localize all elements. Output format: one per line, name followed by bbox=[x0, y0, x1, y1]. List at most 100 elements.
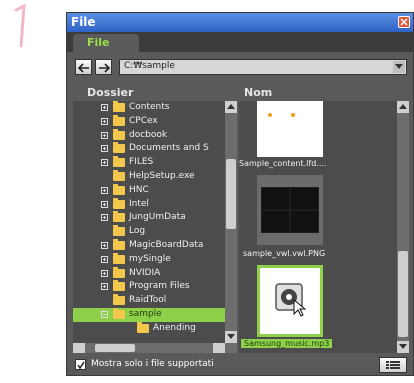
tree-item-label: Anending bbox=[153, 322, 196, 333]
title-bar: File bbox=[67, 13, 413, 32]
tree-item[interactable]: sample bbox=[73, 308, 225, 322]
content-thumbnail-icon bbox=[268, 113, 295, 117]
tree-item[interactable]: RaidTool bbox=[73, 294, 225, 308]
list-view-icon bbox=[386, 361, 400, 369]
tree-item-label: HNC bbox=[129, 184, 149, 195]
folder-icon bbox=[113, 239, 125, 250]
tree-item-label: HelpSetup.exe bbox=[129, 171, 195, 181]
folder-icon bbox=[113, 114, 125, 126]
tree-item-label: MagicBoardData bbox=[129, 240, 204, 250]
file-dialog: File File C:₩sample Dossier Nom Contents… bbox=[66, 12, 414, 376]
scroll-left-button[interactable] bbox=[73, 343, 85, 353]
file-caption-selected[interactable]: Samsung_music.mp3 bbox=[241, 339, 333, 348]
tree-item[interactable]: Documents and S bbox=[73, 142, 225, 156]
tree-item[interactable]: FILES bbox=[73, 156, 225, 170]
expand-icon[interactable] bbox=[101, 186, 108, 194]
scroll-down-button[interactable] bbox=[397, 341, 409, 353]
tree-item-label: Contents bbox=[129, 102, 170, 112]
folder-icon bbox=[113, 266, 125, 278]
scroll-thumb[interactable] bbox=[226, 159, 236, 229]
expand-icon[interactable] bbox=[101, 255, 108, 263]
file-thumb-image[interactable] bbox=[257, 175, 323, 245]
image-thumbnail-icon bbox=[261, 187, 319, 233]
view-mode-button[interactable] bbox=[379, 357, 407, 373]
folder-tree: Contents CPCex docbook Documents and S FILES… bbox=[73, 101, 237, 343]
expand-icon[interactable] bbox=[101, 104, 108, 111]
folder-icon bbox=[113, 101, 125, 112]
tree-item[interactable]: JungUmData bbox=[73, 211, 225, 225]
window-title: File bbox=[71, 15, 96, 29]
tree-item[interactable]: Log bbox=[73, 225, 225, 239]
tree-item[interactable]: Contents bbox=[73, 101, 225, 115]
expand-icon[interactable] bbox=[101, 117, 108, 125]
folder-tree-scrollbar[interactable] bbox=[225, 101, 237, 343]
tree-item[interactable]: Intel bbox=[73, 197, 225, 212]
expand-icon[interactable] bbox=[101, 269, 108, 277]
tree-item-label: sample bbox=[129, 309, 162, 319]
show-supported-checkbox[interactable] bbox=[75, 359, 86, 370]
file-caption[interactable]: Sample_content.lfd.... bbox=[239, 159, 326, 168]
tab-file-label: File bbox=[87, 36, 110, 49]
tree-item[interactable]: NVIDIA bbox=[73, 266, 225, 281]
forward-button[interactable] bbox=[95, 59, 112, 75]
numeral-one-icon bbox=[14, 3, 26, 48]
chevron-up-icon bbox=[227, 104, 235, 109]
tree-item[interactable]: MagicBoardData bbox=[73, 239, 225, 253]
back-button[interactable] bbox=[75, 59, 92, 75]
expand-icon[interactable] bbox=[101, 159, 108, 167]
scroll-down-button[interactable] bbox=[225, 331, 237, 343]
folder-icon bbox=[113, 183, 125, 195]
tree-item[interactable]: mySingle bbox=[73, 252, 225, 267]
tree-item-label: Documents and S bbox=[129, 143, 209, 154]
folder-tree-hscrollbar[interactable] bbox=[73, 343, 237, 353]
folder-icon bbox=[113, 294, 125, 306]
expand-icon[interactable] bbox=[101, 131, 108, 139]
hscroll-thumb[interactable] bbox=[95, 344, 135, 352]
expand-icon[interactable] bbox=[101, 214, 108, 222]
folder-icon bbox=[113, 211, 125, 223]
file-thumb-content[interactable] bbox=[257, 101, 323, 157]
tree-item-label: NVIDIA bbox=[129, 267, 161, 278]
tree-item-label: RaidTool bbox=[129, 295, 167, 306]
tree-item[interactable]: Program Files bbox=[73, 280, 225, 294]
expand-icon[interactable] bbox=[101, 145, 108, 153]
music-file-icon bbox=[275, 283, 307, 317]
close-button[interactable] bbox=[398, 16, 410, 28]
tree-item[interactable]: Anending bbox=[73, 321, 225, 336]
expand-icon[interactable] bbox=[101, 283, 108, 291]
chevron-up-icon bbox=[399, 104, 407, 109]
tree-item-label: Program Files bbox=[129, 281, 190, 292]
folder-icon bbox=[137, 321, 149, 333]
file-list: Sample_content.lfd.... sample_vwl.vwl.PN… bbox=[239, 101, 397, 353]
path-dropdown-button[interactable] bbox=[393, 61, 405, 73]
tab-file[interactable]: File bbox=[73, 34, 139, 52]
tree-item-label: docbook bbox=[129, 129, 168, 140]
arrow-left-icon bbox=[78, 63, 89, 73]
scroll-thumb[interactable] bbox=[398, 251, 408, 337]
tree-item[interactable]: docbook bbox=[73, 128, 225, 143]
tree-item[interactable]: HelpSetup.exe bbox=[73, 170, 225, 184]
chevron-down-icon bbox=[399, 344, 407, 349]
path-field[interactable]: C:₩sample bbox=[119, 59, 407, 75]
chevron-down-icon bbox=[395, 64, 403, 69]
folder-icon bbox=[113, 197, 125, 209]
file-caption[interactable]: sample_vwl.vwl.PNG bbox=[243, 249, 325, 258]
folder-icon bbox=[113, 156, 125, 168]
folder-icon bbox=[113, 142, 125, 154]
scroll-up-button[interactable] bbox=[397, 101, 409, 113]
tree-item-label: JungUmData bbox=[129, 212, 186, 223]
collapse-icon[interactable] bbox=[101, 311, 108, 318]
folder-icon bbox=[113, 225, 125, 237]
tree-item[interactable]: CPCex bbox=[73, 114, 225, 129]
folder-column-header: Dossier bbox=[87, 86, 134, 99]
file-list-scrollbar[interactable] bbox=[397, 101, 409, 353]
bottom-bar: Mostra solo i file supportati bbox=[67, 355, 413, 375]
scroll-right-button[interactable] bbox=[213, 343, 225, 353]
name-column-header: Nom bbox=[244, 86, 273, 99]
expand-icon[interactable] bbox=[101, 242, 108, 249]
tree-item[interactable]: HNC bbox=[73, 183, 225, 198]
expand-icon[interactable] bbox=[101, 200, 108, 208]
scroll-up-button[interactable] bbox=[225, 101, 237, 113]
file-thumb-music[interactable] bbox=[257, 265, 323, 337]
folder-icon bbox=[113, 308, 125, 319]
